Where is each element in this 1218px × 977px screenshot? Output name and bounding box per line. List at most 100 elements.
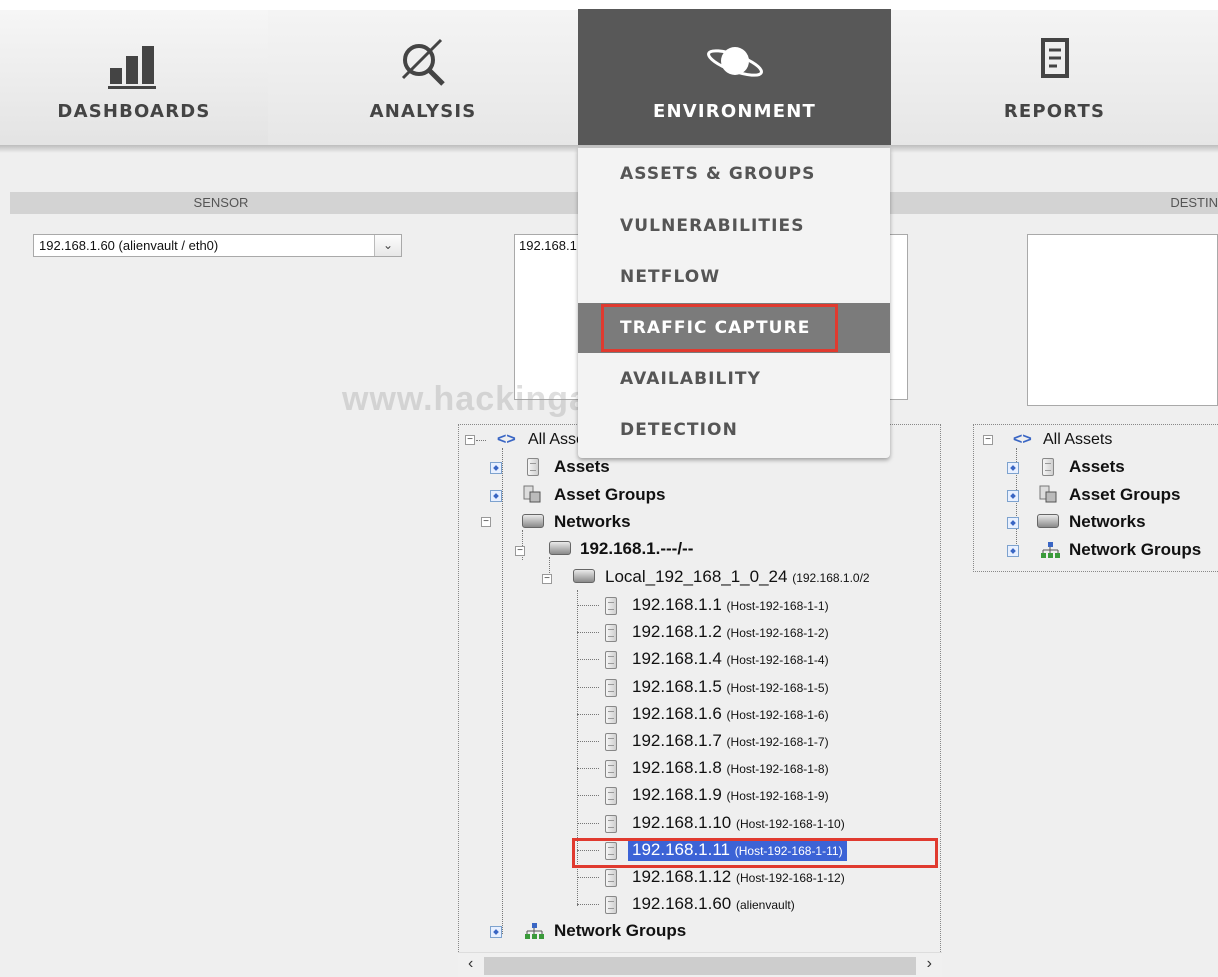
menu-item-vulnerabilities[interactable]: VULNERABILITIES <box>578 203 890 249</box>
tree-line <box>577 768 599 769</box>
server-icon <box>605 869 617 887</box>
tree-line <box>577 687 599 688</box>
host-ip: 192.168.1.7 <box>632 731 722 750</box>
dest-tree-assets[interactable]: Assets <box>1069 456 1125 478</box>
host-name: (Host-192-168-1-9) <box>726 789 829 803</box>
analysis-icon <box>401 38 445 86</box>
menu-item-availability[interactable]: AVAILABILITY <box>578 356 890 402</box>
chevron-left-icon[interactable]: ‹ <box>468 955 473 973</box>
tree-item-local-net[interactable]: Local_192_168_1_0_24 (192.168.1.0/2 <box>605 566 870 588</box>
host-item[interactable]: 192.168.1.1 (Host-192-168-1-1) <box>628 594 833 616</box>
chevron-right-icon[interactable]: › <box>927 955 932 973</box>
server-icon <box>605 787 617 805</box>
tree-line <box>577 823 599 824</box>
sensor-select[interactable]: 192.168.1.60 (alienvault / eth0) ⌄ <box>33 234 402 257</box>
host-item[interactable]: 192.168.1.60 (alienvault) <box>628 893 799 915</box>
nav-label: ENVIRONMENT <box>653 101 816 122</box>
server-icon <box>605 760 617 778</box>
nav-environment[interactable]: ENVIRONMENT <box>578 9 891 148</box>
host-item[interactable]: 192.168.1.9 (Host-192-168-1-9) <box>628 784 833 806</box>
source-tree-scrollbar[interactable]: ‹ › <box>458 952 942 977</box>
host-name: (Host-192-168-1-4) <box>726 653 829 667</box>
host-name: (Host-192-168-1-2) <box>726 626 829 640</box>
tree-line <box>577 741 599 742</box>
host-ip: 192.168.1.5 <box>632 677 722 696</box>
menu-item-assets-groups[interactable]: ASSETS & GROUPS <box>578 151 890 197</box>
network-icon <box>573 569 595 583</box>
host-item[interactable]: 192.168.1.2 (Host-192-168-1-2) <box>628 621 833 643</box>
destination-input[interactable] <box>1027 234 1218 406</box>
server-icon <box>605 733 617 751</box>
local-net-cidr: (192.168.1.0/2 <box>792 571 870 585</box>
host-name: (Host-192-168-1-7) <box>726 735 829 749</box>
host-ip: 192.168.1.8 <box>632 758 722 777</box>
collapse-toggle[interactable]: − <box>481 517 491 527</box>
menu-item-detection[interactable]: DETECTION <box>578 407 890 453</box>
expand-toggle[interactable] <box>490 926 502 938</box>
server-icon <box>605 706 617 724</box>
tree-line <box>476 440 486 441</box>
bar-chart-icon <box>108 46 156 89</box>
chevron-down-icon[interactable]: ⌄ <box>374 235 401 256</box>
tree-item-asset-groups[interactable]: Asset Groups <box>554 484 665 506</box>
collapse-toggle[interactable]: − <box>465 435 475 445</box>
collapse-toggle[interactable]: − <box>515 546 525 556</box>
report-icon <box>1040 38 1069 78</box>
local-net-label: Local_192_168_1_0_24 <box>605 567 788 586</box>
host-item[interactable]: 192.168.1.4 (Host-192-168-1-4) <box>628 648 833 670</box>
host-item[interactable]: 192.168.1.8 (Host-192-168-1-8) <box>628 757 833 779</box>
server-icon <box>605 679 617 697</box>
host-item[interactable]: 192.168.1.7 (Host-192-168-1-7) <box>628 730 833 752</box>
host-item[interactable]: 192.168.1.12 (Host-192-168-1-12) <box>628 866 849 888</box>
tree-line <box>577 659 599 660</box>
menu-item-netflow[interactable]: NETFLOW <box>578 254 890 300</box>
host-ip: 192.168.1.1 <box>632 595 722 614</box>
host-name: (Host-192-168-1-12) <box>736 871 845 885</box>
network-icon <box>522 514 544 528</box>
dest-tree-networks[interactable]: Networks <box>1069 511 1146 533</box>
asset-group-icon <box>1039 485 1057 503</box>
nav-reports[interactable]: REPORTS <box>891 10 1218 148</box>
expand-toggle[interactable] <box>490 462 502 474</box>
dest-tree-root[interactable]: All Assets <box>1043 429 1112 451</box>
host-item[interactable]: 192.168.1.6 (Host-192-168-1-6) <box>628 703 833 725</box>
environment-menu: ASSETS & GROUPS VULNERABILITIES NETFLOW … <box>578 148 890 458</box>
server-icon <box>605 651 617 669</box>
tree-item-net-group[interactable]: 192.168.1.---/-- <box>580 538 693 560</box>
host-ip: 192.168.1.2 <box>632 622 722 641</box>
expand-toggle[interactable] <box>1007 545 1019 557</box>
traffic-capture-highlight <box>601 304 838 352</box>
collapse-toggle[interactable]: − <box>983 435 993 445</box>
host-name: (Host-192-168-1-1) <box>726 599 829 613</box>
host-item[interactable]: 192.168.1.5 (Host-192-168-1-5) <box>628 676 833 698</box>
tree-item-network-groups[interactable]: Network Groups <box>554 920 686 942</box>
tree-line <box>577 605 599 606</box>
tree-root-icon: <> <box>497 431 516 448</box>
nav-analysis[interactable]: ANALYSIS <box>268 10 578 148</box>
dest-tree-network-groups[interactable]: Network Groups <box>1069 539 1201 561</box>
host-item[interactable]: 192.168.1.10 (Host-192-168-1-10) <box>628 812 849 834</box>
tree-item-networks[interactable]: Networks <box>554 511 631 533</box>
network-icon <box>1037 514 1059 528</box>
tree-line <box>577 904 599 905</box>
server-icon <box>527 458 539 476</box>
nav-dashboards[interactable]: DASHBOARDS <box>0 10 268 148</box>
scrollbar-thumb[interactable] <box>484 957 916 975</box>
destination-header: DESTIN <box>952 192 1218 214</box>
dest-tree-asset-groups[interactable]: Asset Groups <box>1069 484 1180 506</box>
host-name: (Host-192-168-1-6) <box>726 708 829 722</box>
collapse-toggle[interactable]: − <box>542 574 552 584</box>
expand-toggle[interactable] <box>490 490 502 502</box>
host-name: (Host-192-168-1-8) <box>726 762 829 776</box>
host-ip: 192.168.1.6 <box>632 704 722 723</box>
host-ip: 192.168.1.10 <box>632 813 732 832</box>
host-name: (Host-192-168-1-5) <box>726 681 829 695</box>
tree-line <box>577 632 599 633</box>
expand-toggle[interactable] <box>1007 462 1019 474</box>
expand-toggle[interactable] <box>1007 517 1019 529</box>
tree-item-assets[interactable]: Assets <box>554 456 610 478</box>
host-ip: 192.168.1.60 <box>632 894 732 913</box>
tree-line <box>577 877 599 878</box>
expand-toggle[interactable] <box>1007 490 1019 502</box>
tree-root-icon: <> <box>1013 431 1032 448</box>
